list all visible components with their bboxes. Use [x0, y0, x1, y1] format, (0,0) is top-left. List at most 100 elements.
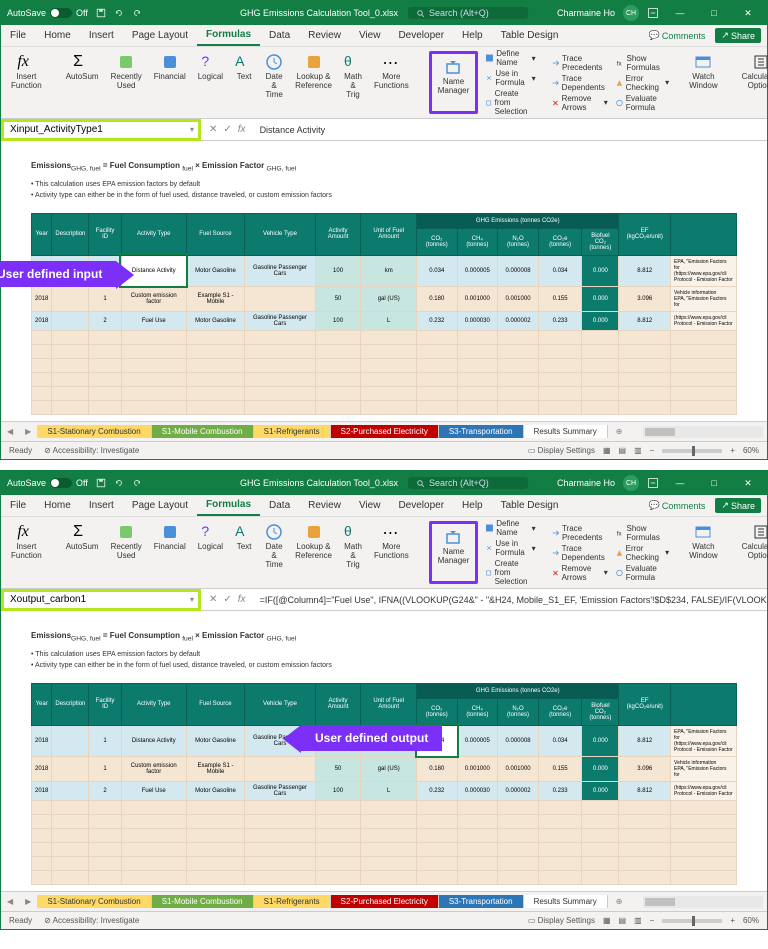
- tab-review[interactable]: Review: [299, 495, 350, 516]
- view-normal-icon[interactable]: ▦: [603, 916, 611, 925]
- financial-button[interactable]: Financial: [150, 521, 190, 584]
- table-row[interactable]: 20182 Fuel UseMotor GasolineGasoline Pas…: [32, 311, 737, 330]
- sheet-tab-s1-mobile[interactable]: S1-Mobile Combustion: [152, 895, 254, 908]
- search-box[interactable]: Search (Alt+Q): [408, 477, 528, 489]
- autosave-toggle[interactable]: AutoSave Off: [7, 8, 88, 18]
- financial-button[interactable]: Financial: [150, 51, 190, 114]
- sheet-tab-s1-refrigerants[interactable]: S1-Refrigerants: [254, 895, 331, 908]
- th-co2e[interactable]: CO₂e (tonnes): [538, 228, 581, 255]
- save-icon[interactable]: [96, 8, 106, 18]
- th-activity-amount[interactable]: Activity Amount: [315, 213, 361, 255]
- maximize-button[interactable]: □: [701, 471, 727, 495]
- sheet-tab-s1-mobile[interactable]: S1-Mobile Combustion: [152, 425, 254, 438]
- tab-help[interactable]: Help: [453, 495, 492, 516]
- enter-formula-icon[interactable]: ✓: [223, 124, 231, 135]
- undo-icon[interactable]: [114, 8, 124, 18]
- sheet-nav-prev-icon[interactable]: ◀: [1, 427, 19, 436]
- new-sheet-button[interactable]: ⊕: [608, 897, 631, 906]
- more-functions-button[interactable]: ⋯More Functions: [370, 51, 413, 114]
- tab-data[interactable]: Data: [260, 25, 299, 46]
- zoom-level[interactable]: 60%: [743, 446, 759, 455]
- sheet-tab-s1-refrigerants[interactable]: S1-Refrigerants: [254, 425, 331, 438]
- zoom-slider[interactable]: [662, 449, 722, 453]
- fx-icon[interactable]: fx: [238, 594, 246, 605]
- minimize-button[interactable]: —: [667, 1, 693, 25]
- define-name-button[interactable]: Define Name ▾: [486, 519, 535, 537]
- th-description[interactable]: Description: [52, 213, 89, 255]
- more-functions-button[interactable]: ⋯More Functions: [370, 521, 413, 584]
- tab-page-layout[interactable]: Page Layout: [123, 25, 197, 46]
- tab-file[interactable]: File: [1, 25, 35, 46]
- tab-help[interactable]: Help: [453, 25, 492, 46]
- comments-button[interactable]: 💬 Comments: [643, 28, 712, 43]
- user-avatar[interactable]: CH: [623, 5, 639, 21]
- tab-home[interactable]: Home: [35, 25, 80, 46]
- view-break-icon[interactable]: ▥: [634, 446, 642, 455]
- sheet-tab-results[interactable]: Results Summary: [524, 425, 608, 438]
- display-settings[interactable]: ▭ Display Settings: [528, 916, 595, 925]
- date-time-button[interactable]: Date & Time: [261, 521, 287, 584]
- autosave-toggle[interactable]: AutoSaveOff: [7, 478, 88, 488]
- horizontal-scrollbar[interactable]: [643, 426, 763, 438]
- name-box[interactable]: Xoutput_carbon1: [1, 589, 201, 611]
- th-unit[interactable]: Unit of Fuel Amount: [361, 213, 417, 255]
- th-year[interactable]: Year: [32, 213, 52, 255]
- tab-table-design[interactable]: Table Design: [492, 25, 568, 46]
- cancel-formula-icon[interactable]: ✕: [209, 594, 217, 605]
- enter-formula-icon[interactable]: ✓: [223, 594, 231, 605]
- zoom-out-icon[interactable]: −: [650, 916, 655, 925]
- formula-bar[interactable]: Distance Activity: [254, 125, 767, 135]
- sheet-tab-s3[interactable]: S3-Transportation: [439, 895, 524, 908]
- table-row[interactable]: 20182Fuel UseMotor GasolineGasoline Pass…: [32, 781, 737, 800]
- th-ch4[interactable]: CH₄ (tonnes): [457, 228, 498, 255]
- tab-view[interactable]: View: [350, 495, 390, 516]
- sheet-tab-s2[interactable]: S2-Purchased Electricity: [331, 895, 439, 908]
- sheet-nav-next-icon[interactable]: ▶: [19, 427, 37, 436]
- math-button[interactable]: θMath & Trig: [340, 521, 366, 584]
- status-accessibility[interactable]: ⊘ Accessibility: Investigate: [44, 446, 139, 455]
- create-from-selection-button[interactable]: Create from Selection: [486, 559, 535, 586]
- date-time-button[interactable]: Date & Time: [261, 51, 287, 114]
- user-avatar[interactable]: CH: [623, 475, 639, 491]
- horizontal-scrollbar[interactable]: [643, 896, 763, 908]
- evaluate-formula-button[interactable]: Evaluate Formula: [616, 94, 669, 112]
- th-activity-type[interactable]: Activity Type: [121, 213, 186, 255]
- search-box[interactable]: Search (Alt+Q): [408, 7, 528, 19]
- sheet-tab-s2[interactable]: S2-Purchased Electricity: [331, 425, 439, 438]
- name-manager-button[interactable]: Name Manager: [434, 56, 474, 97]
- tab-page-layout[interactable]: Page Layout: [123, 495, 197, 516]
- insert-function-button[interactable]: fxInsert Function: [7, 521, 46, 584]
- use-in-formula-button[interactable]: Use in Formula ▾: [486, 539, 535, 557]
- maximize-button[interactable]: □: [701, 1, 727, 25]
- recently-used-button[interactable]: Recently Used: [107, 521, 146, 584]
- watch-window-button[interactable]: Watch Window: [685, 51, 721, 114]
- recently-used-button[interactable]: Recently Used: [107, 51, 146, 114]
- th-vehicle-type[interactable]: Vehicle Type: [245, 213, 316, 255]
- zoom-out-icon[interactable]: −: [650, 446, 655, 455]
- trace-precedents-button[interactable]: Trace Precedents: [552, 524, 608, 542]
- sheet-tab-results[interactable]: Results Summary: [524, 895, 608, 908]
- logical-button[interactable]: ?Logical: [194, 51, 227, 114]
- close-button[interactable]: ✕: [735, 1, 761, 25]
- sheet-tab-s3[interactable]: S3-Transportation: [439, 425, 524, 438]
- name-manager-button[interactable]: Name Manager: [434, 526, 474, 567]
- tab-formulas[interactable]: Formulas: [197, 495, 260, 516]
- tab-review[interactable]: Review: [299, 25, 350, 46]
- close-button[interactable]: ✕: [735, 471, 761, 495]
- error-checking-button[interactable]: Error Checking ▾: [616, 544, 669, 562]
- table-row[interactable]: 20181 Custom emission factorExample S1 -…: [32, 286, 737, 311]
- lookup-button[interactable]: Lookup & Reference: [291, 521, 336, 584]
- zoom-in-icon[interactable]: +: [730, 916, 735, 925]
- calculation-options-button[interactable]: Calculation Options: [738, 51, 768, 114]
- math-button[interactable]: θMath & Trig: [340, 51, 366, 114]
- calculation-options-button[interactable]: Calculation Options: [738, 521, 768, 584]
- redo-icon[interactable]: [132, 478, 142, 488]
- create-from-selection-button[interactable]: Create from Selection: [486, 89, 535, 116]
- th-co2[interactable]: CO₂ (tonnes): [417, 228, 457, 255]
- text-button[interactable]: AText: [231, 51, 257, 114]
- autosum-button[interactable]: ΣAutoSum: [62, 51, 103, 114]
- zoom-in-icon[interactable]: +: [730, 446, 735, 455]
- tab-insert[interactable]: Insert: [80, 25, 123, 46]
- tab-file[interactable]: File: [1, 495, 35, 516]
- th-n2o[interactable]: N₂O (tonnes): [498, 228, 539, 255]
